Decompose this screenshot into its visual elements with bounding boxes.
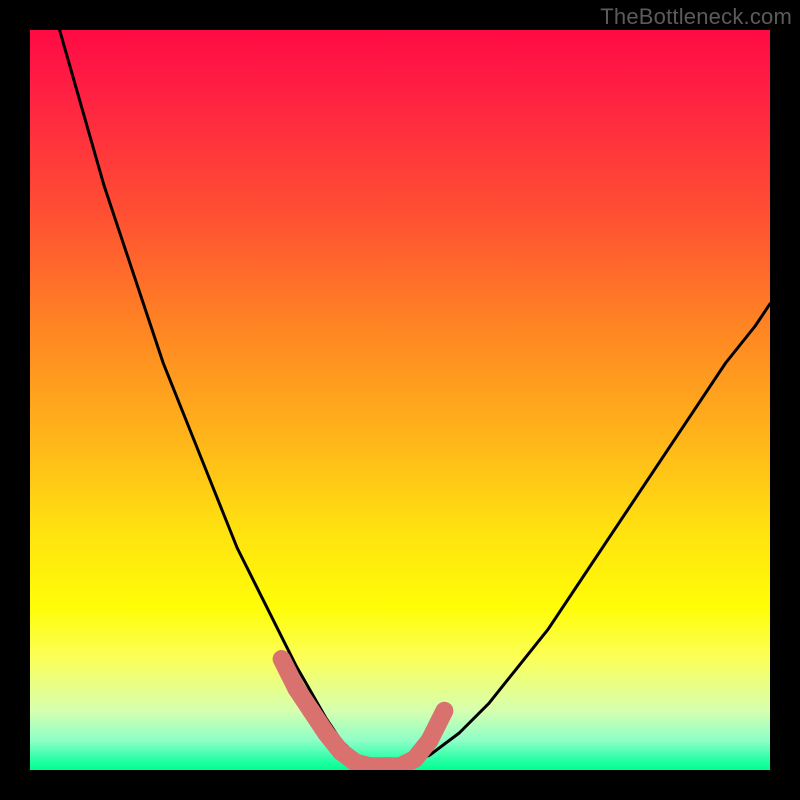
chart-frame: TheBottleneck.com xyxy=(0,0,800,800)
watermark-text: TheBottleneck.com xyxy=(600,4,792,30)
plot-area xyxy=(30,30,770,770)
curve-line xyxy=(60,30,770,766)
marker-cluster xyxy=(282,659,445,766)
chart-svg xyxy=(30,30,770,770)
